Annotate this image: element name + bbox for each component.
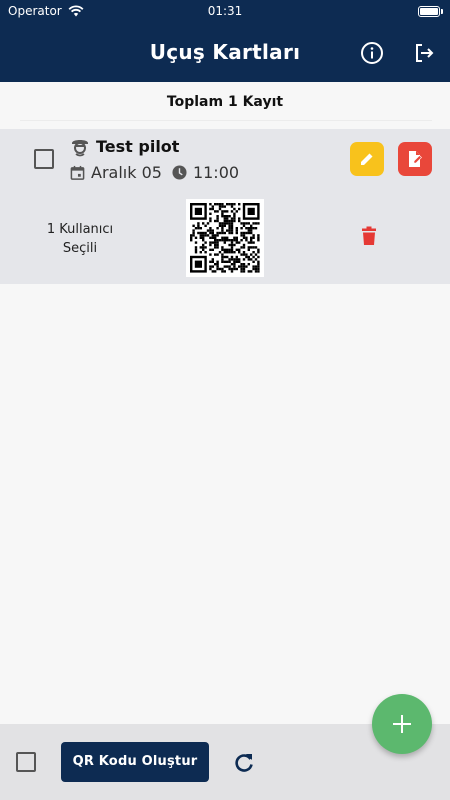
card-select-checkbox[interactable] bbox=[34, 149, 54, 169]
selected-users-label: 1 Kullanıcı Seçili bbox=[30, 220, 130, 258]
divider bbox=[20, 120, 432, 121]
document-button[interactable] bbox=[398, 142, 432, 176]
pencil-icon bbox=[361, 153, 373, 165]
refresh-button[interactable] bbox=[232, 751, 256, 775]
app-header: Operator 01:31 Uçuş Kartları bbox=[0, 0, 450, 82]
add-button[interactable] bbox=[372, 694, 432, 754]
flight-time: 11:00 bbox=[192, 163, 240, 182]
logout-icon bbox=[416, 44, 434, 62]
trash-icon bbox=[362, 226, 376, 245]
selected-users-line1: 1 Kullanıcı bbox=[46, 222, 114, 237]
document-edit-icon bbox=[409, 151, 422, 167]
generate-qr-button[interactable]: QR Kodu Oluştur bbox=[61, 742, 209, 782]
flight-meta: Aralık 05 11:00 bbox=[70, 163, 249, 182]
calendar-icon bbox=[70, 165, 85, 180]
select-all-checkbox[interactable] bbox=[16, 752, 36, 772]
flight-card[interactable]: Test pilot Aralık 05 11:00 1 Kullanıcı S… bbox=[0, 129, 450, 284]
status-time: 01:31 bbox=[207, 4, 243, 18]
battery-icon bbox=[418, 6, 440, 17]
flight-date: Aralık 05 bbox=[91, 163, 162, 182]
delete-button[interactable] bbox=[358, 225, 380, 247]
selected-users-line2: Seçili bbox=[62, 241, 98, 256]
pilot-name: Test pilot bbox=[96, 137, 180, 156]
qr-code bbox=[186, 199, 264, 277]
edit-button[interactable] bbox=[350, 142, 384, 176]
status-bar: Operator 01:31 bbox=[0, 0, 450, 22]
info-button[interactable] bbox=[357, 38, 387, 68]
plus-icon bbox=[393, 715, 411, 733]
battery-tip bbox=[441, 9, 443, 14]
clock-icon bbox=[172, 165, 187, 180]
info-icon bbox=[361, 42, 383, 64]
logout-button[interactable] bbox=[409, 38, 439, 68]
total-count: Toplam 1 Kayıt bbox=[166, 94, 284, 110]
refresh-icon bbox=[235, 754, 253, 772]
qr-code-image bbox=[190, 203, 260, 273]
pilot-icon bbox=[72, 140, 88, 157]
